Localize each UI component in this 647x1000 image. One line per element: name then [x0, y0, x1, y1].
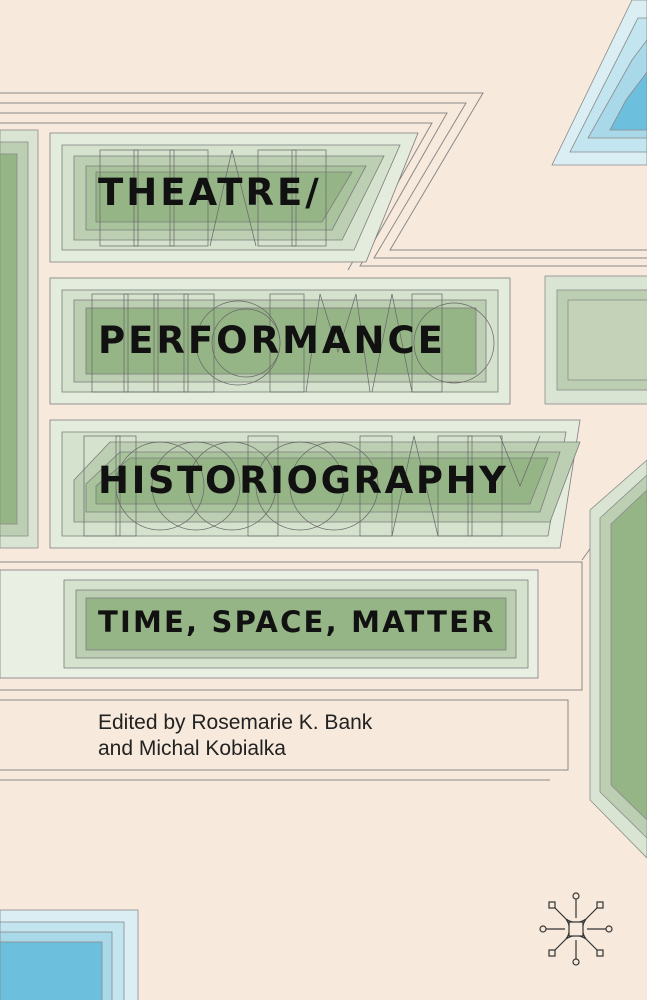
green-block-right	[544, 275, 647, 405]
title-line-1: THEATRE/	[98, 171, 322, 214]
publisher-logo-icon	[539, 892, 613, 966]
editor-line-2: and Michal Kobialka	[98, 737, 286, 760]
green-hexagon-right	[589, 459, 647, 859]
title-line-3: HISTORIOGRAPHY	[98, 459, 509, 502]
editor-line-1: Edited by Rosemarie K. Bank	[98, 711, 373, 734]
blue-shape-top-right	[551, 0, 647, 166]
left-panel	[0, 129, 39, 549]
book-cover: THEATRE/ PERFORMANCE HISTORIOGRAPHY TIME…	[0, 0, 647, 1000]
blue-shape-bottom-left	[0, 909, 139, 1000]
title-line-2: PERFORMANCE	[98, 319, 446, 362]
book-subtitle: TIME, SPACE, MATTER	[98, 605, 496, 639]
